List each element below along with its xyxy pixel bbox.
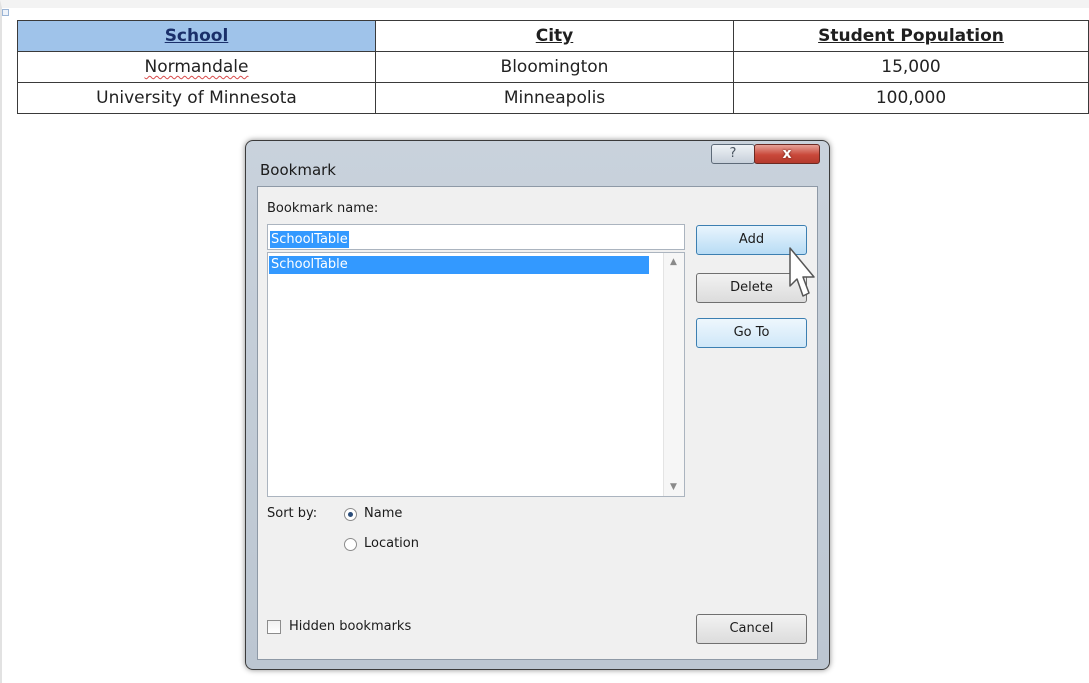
header-city[interactable]: City [375, 20, 734, 52]
cancel-button[interactable]: Cancel [696, 614, 807, 644]
close-icon: x [782, 146, 792, 162]
table-header-row: School City Student Population [17, 20, 1089, 52]
help-button[interactable]: ? [711, 144, 755, 164]
table-row: University of Minnesota Minneapolis 100,… [17, 82, 1089, 114]
list-item[interactable]: SchoolTable [269, 256, 649, 274]
hidden-bookmarks-label[interactable]: Hidden bookmarks [289, 619, 411, 634]
help-icon: ? [729, 146, 737, 161]
sort-location-radio[interactable] [344, 538, 357, 551]
header-school[interactable]: School [17, 20, 376, 52]
dialog-title: Bookmark [260, 161, 336, 179]
school-table: School City Student Population Normandal… [17, 20, 1089, 114]
list-scrollbar[interactable]: ▲ ▼ [663, 253, 684, 496]
scroll-up-icon[interactable]: ▲ [664, 253, 683, 271]
table-cell[interactable]: 15,000 [733, 51, 1089, 83]
table-cell[interactable]: Minneapolis [375, 82, 734, 114]
sort-name-label[interactable]: Name [364, 506, 402, 521]
table-move-handle-icon[interactable] [2, 9, 9, 16]
bookmark-name-label: Bookmark name: [267, 201, 379, 216]
hidden-bookmarks-checkbox[interactable] [267, 620, 281, 634]
dialog-body: Bookmark name: SchoolTable SchoolTable ▲… [257, 186, 818, 660]
table-cell[interactable]: Bloomington [375, 51, 734, 83]
hand-cursor-icon [789, 247, 815, 297]
bookmark-dialog: Bookmark ? x Bookmark name: SchoolTable … [245, 140, 830, 670]
bookmark-list[interactable]: SchoolTable ▲ ▼ [267, 252, 685, 497]
table-cell[interactable]: University of Minnesota [17, 82, 376, 114]
sort-location-label[interactable]: Location [364, 536, 419, 551]
go-to-button[interactable]: Go To [696, 318, 807, 348]
table-row: Normandale Bloomington 15,000 [17, 51, 1089, 83]
table-cell[interactable]: Normandale [17, 51, 376, 83]
close-button[interactable]: x [754, 144, 820, 164]
table-cell[interactable]: 100,000 [733, 82, 1089, 114]
sort-by-label: Sort by: [267, 506, 318, 521]
sort-name-radio[interactable] [344, 508, 357, 521]
cell-school: Normandale [144, 57, 249, 77]
bookmark-name-input[interactable]: SchoolTable [267, 224, 685, 250]
scroll-down-icon[interactable]: ▼ [664, 478, 683, 496]
header-student-population[interactable]: Student Population [733, 20, 1089, 52]
bookmark-name-value: SchoolTable [270, 231, 349, 248]
